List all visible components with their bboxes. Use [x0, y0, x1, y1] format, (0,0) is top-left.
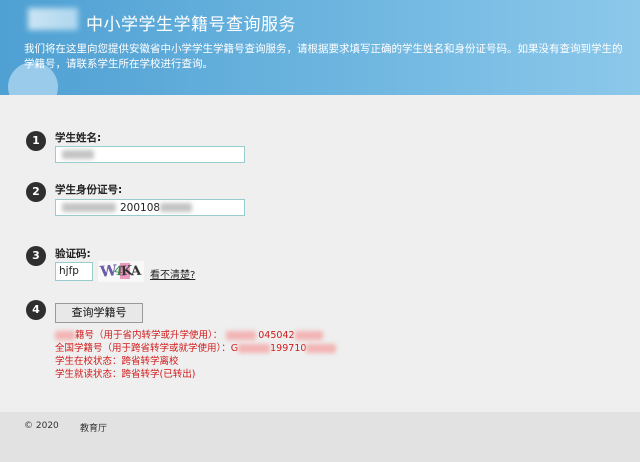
result-prefix: G: [230, 343, 239, 354]
footer-org: 教育厅: [80, 424, 108, 434]
student-name-input[interactable]: [55, 146, 245, 163]
step-4-badge: 4: [26, 300, 46, 320]
result-value: 199710: [270, 343, 307, 354]
captcha-label: 验证码:: [55, 248, 91, 260]
id-suffix-redacted: [160, 203, 192, 212]
step-2-badge: 2: [26, 182, 46, 202]
page-title: 中小学学生学籍号查询服务: [86, 15, 296, 35]
query-button[interactable]: 查询学籍号: [55, 303, 143, 323]
captcha-input[interactable]: hjfp: [55, 262, 93, 281]
id-visible-digits: 200108: [120, 202, 161, 214]
result-study-status: 学生就读状态：跨省转学(已转出): [55, 369, 196, 380]
step-1-badge: 1: [26, 131, 46, 151]
page-header: 中小学学生学籍号查询服务 我们将在这里向您提供安徽省中小学学生学籍号查询服务，请…: [0, 0, 640, 95]
captcha-image: W 4 K A: [98, 261, 144, 282]
page-footer: [0, 412, 640, 462]
result-national-id: 全国学籍号（用于跨省转学或就学使用）：G 199710: [55, 340, 337, 354]
copyright-text: © 2020: [24, 421, 59, 431]
redacted: [294, 331, 323, 340]
redacted: [226, 331, 257, 340]
intro-text: 我们将在这里向您提供安徽省中小学学生学籍号查询服务，请根据要求填写正确的学生姓名…: [24, 43, 623, 70]
redacted: [238, 344, 271, 353]
student-id-input[interactable]: 200108: [55, 199, 245, 216]
redacted: [55, 331, 75, 340]
student-id-label: 学生身份证号:: [55, 184, 123, 196]
student-name-label: 学生姓名:: [55, 132, 102, 144]
name-redacted: [62, 150, 94, 159]
logo-redacted: [28, 8, 78, 30]
captcha-refresh-link[interactable]: 看不清楚?: [150, 266, 195, 281]
result-school-status: 学生在校状态：跨省转学离校: [55, 356, 179, 367]
result-provincial-id: 籍号（用于省内转学或升学使用）： 045042: [55, 327, 323, 341]
step-3-badge: 3: [26, 246, 46, 266]
id-prefix-redacted: [62, 203, 116, 212]
captcha-char: A: [130, 263, 142, 280]
redacted: [306, 344, 337, 353]
